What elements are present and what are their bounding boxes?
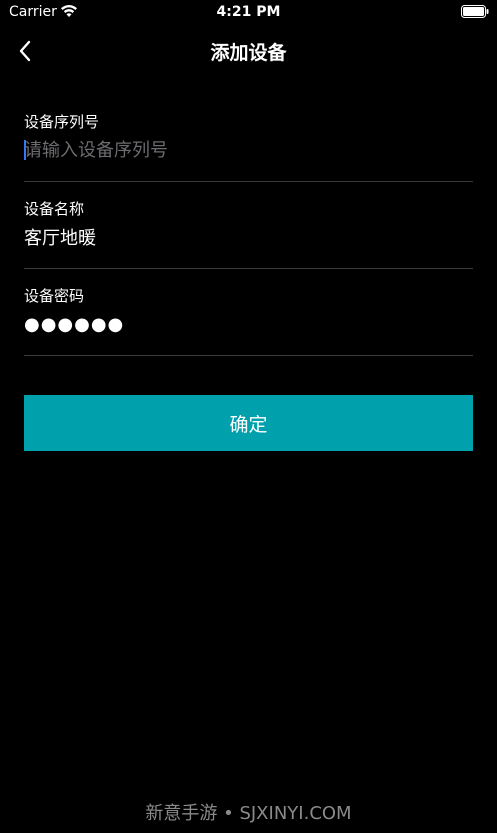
- serial-number-label: 设备序列号: [24, 113, 100, 131]
- device-password-label: 设备密码: [24, 287, 85, 305]
- battery-icon: [461, 5, 489, 18]
- watermark: 新意手游 • SJXINYI.COM: [145, 803, 352, 824]
- page-title: 添加设备: [210, 42, 287, 64]
- serial-number-field: 设备序列号: [24, 111, 473, 182]
- device-name-field: 设备名称: [24, 198, 473, 269]
- device-password-input[interactable]: [24, 309, 473, 339]
- status-bar: Carrier 4:21 PM: [0, 0, 497, 26]
- nav-bar: 添加设备: [0, 26, 497, 76]
- device-name-label: 设备名称: [24, 200, 85, 218]
- device-password-field: 设备密码: [24, 285, 473, 356]
- confirm-button[interactable]: 确定: [24, 395, 473, 451]
- device-name-input[interactable]: [24, 222, 473, 252]
- status-time: 4:21 PM: [216, 4, 281, 20]
- serial-number-input[interactable]: [24, 135, 473, 165]
